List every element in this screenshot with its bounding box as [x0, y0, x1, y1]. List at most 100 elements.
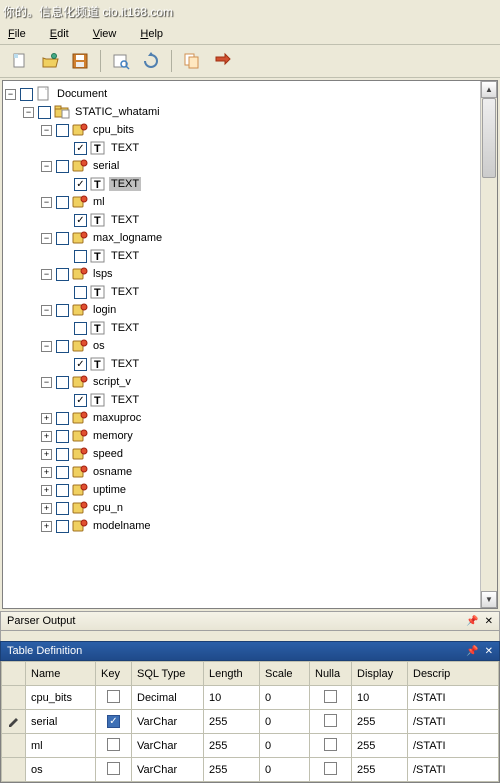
tree-node[interactable]: −lsps	[5, 265, 495, 283]
expand-toggle[interactable]: +	[41, 431, 52, 442]
cell-descrip[interactable]: /STATI	[408, 710, 499, 734]
scroll-down-icon[interactable]: ▼	[481, 591, 497, 608]
expand-toggle[interactable]: −	[41, 161, 52, 172]
tree-node[interactable]: +maxuproc	[5, 409, 495, 427]
expand-toggle[interactable]: +	[41, 485, 52, 496]
cell-scale[interactable]: 0	[260, 686, 310, 710]
col-sqltype[interactable]: SQL Type	[132, 662, 204, 686]
col-nulla[interactable]: Nulla	[310, 662, 352, 686]
checkbox[interactable]	[74, 322, 87, 335]
checkbox[interactable]: ✓	[74, 214, 87, 227]
cell-display[interactable]: 255	[352, 710, 408, 734]
save-icon[interactable]	[68, 49, 92, 73]
table-definition-header[interactable]: Table Definition 📌✕	[0, 641, 500, 661]
checkbox[interactable]	[56, 124, 69, 137]
checkbox[interactable]	[56, 484, 69, 497]
arrow-icon[interactable]	[210, 49, 234, 73]
scroll-thumb[interactable]	[482, 98, 496, 178]
cell-name[interactable]: ml	[26, 734, 96, 758]
tree-node[interactable]: ✓TTEXT	[5, 139, 495, 157]
table-row[interactable]: osVarChar2550255/STATI	[2, 758, 499, 782]
tree-node[interactable]: TTEXT	[5, 319, 495, 337]
menu-view[interactable]: View	[93, 28, 117, 40]
col-key[interactable]: Key	[96, 662, 132, 686]
tree-node[interactable]: −cpu_bits	[5, 121, 495, 139]
tree-node[interactable]: −login	[5, 301, 495, 319]
expand-toggle[interactable]: −	[41, 377, 52, 388]
expand-toggle[interactable]: −	[23, 107, 34, 118]
cell-descrip[interactable]: /STATI	[408, 734, 499, 758]
scroll-up-icon[interactable]: ▲	[481, 81, 497, 98]
menu-help[interactable]: Help	[140, 28, 163, 40]
cell-length[interactable]: 255	[204, 710, 260, 734]
table-row[interactable]: serial✓VarChar2550255/STATI	[2, 710, 499, 734]
cell-length[interactable]: 10	[204, 686, 260, 710]
expand-toggle[interactable]: −	[41, 233, 52, 244]
cell-key[interactable]	[96, 686, 132, 710]
tree-node[interactable]: ✓TTEXT	[5, 391, 495, 409]
expand-toggle[interactable]: −	[41, 269, 52, 280]
tree-node[interactable]: ✓TTEXT	[5, 175, 495, 193]
checkbox[interactable]	[56, 448, 69, 461]
checkbox[interactable]	[38, 106, 51, 119]
cell-sqltype[interactable]: VarChar	[132, 758, 204, 782]
checkbox[interactable]	[56, 412, 69, 425]
checkbox[interactable]: ✓	[74, 142, 87, 155]
refresh-icon[interactable]	[139, 49, 163, 73]
checkbox[interactable]	[56, 304, 69, 317]
checkbox[interactable]: ✓	[74, 358, 87, 371]
cell-descrip[interactable]: /STATI	[408, 686, 499, 710]
cell-scale[interactable]: 0	[260, 710, 310, 734]
cell-nulla[interactable]	[310, 686, 352, 710]
cell-length[interactable]: 255	[204, 734, 260, 758]
pin-icon[interactable]: 📌	[466, 616, 478, 627]
cell-key[interactable]: ✓	[96, 710, 132, 734]
table-row[interactable]: cpu_bitsDecimal10010/STATI	[2, 686, 499, 710]
cell-sqltype[interactable]: VarChar	[132, 710, 204, 734]
tree-node[interactable]: ✓TTEXT	[5, 211, 495, 229]
checkbox[interactable]	[56, 502, 69, 515]
checkbox[interactable]	[56, 466, 69, 479]
expand-toggle[interactable]: −	[41, 125, 52, 136]
cell-nulla[interactable]	[310, 758, 352, 782]
checkbox[interactable]	[56, 340, 69, 353]
expand-toggle[interactable]: +	[41, 467, 52, 478]
checkbox[interactable]	[56, 196, 69, 209]
col-length[interactable]: Length	[204, 662, 260, 686]
expand-toggle[interactable]: −	[41, 341, 52, 352]
cell-name[interactable]: cpu_bits	[26, 686, 96, 710]
checkbox[interactable]	[56, 430, 69, 443]
cell-scale[interactable]: 0	[260, 734, 310, 758]
tree-node[interactable]: TTEXT	[5, 283, 495, 301]
table-definition-grid[interactable]: Name Key SQL Type Length Scale Nulla Dis…	[0, 661, 500, 783]
tree-node[interactable]: −script_v	[5, 373, 495, 391]
col-scale[interactable]: Scale	[260, 662, 310, 686]
cell-key[interactable]	[96, 734, 132, 758]
cell-key[interactable]	[96, 758, 132, 782]
tree-node[interactable]: −ml	[5, 193, 495, 211]
tree-node[interactable]: −Document	[5, 85, 495, 103]
checkbox[interactable]	[56, 520, 69, 533]
expand-toggle[interactable]: +	[41, 503, 52, 514]
menu-edit[interactable]: Edit	[50, 28, 69, 40]
tree-node[interactable]: −serial	[5, 157, 495, 175]
parser-output-header[interactable]: Parser Output 📌✕	[0, 611, 500, 631]
preview-icon[interactable]	[109, 49, 133, 73]
expand-toggle[interactable]: +	[41, 449, 52, 460]
expand-toggle[interactable]: +	[41, 413, 52, 424]
tree-node[interactable]: +memory	[5, 427, 495, 445]
expand-toggle[interactable]: −	[41, 305, 52, 316]
cell-nulla[interactable]	[310, 734, 352, 758]
table-row[interactable]: mlVarChar2550255/STATI	[2, 734, 499, 758]
checkbox[interactable]	[56, 268, 69, 281]
expand-toggle[interactable]: −	[5, 89, 16, 100]
copy-icon[interactable]	[180, 49, 204, 73]
tree-node[interactable]: −STATIC_whatami	[5, 103, 495, 121]
pin-icon[interactable]: 📌	[466, 646, 478, 657]
cell-name[interactable]: serial	[26, 710, 96, 734]
checkbox[interactable]: ✓	[74, 178, 87, 191]
tree-node[interactable]: +speed	[5, 445, 495, 463]
checkbox[interactable]	[74, 286, 87, 299]
tree-node[interactable]: TTEXT	[5, 247, 495, 265]
cell-display[interactable]: 10	[352, 686, 408, 710]
